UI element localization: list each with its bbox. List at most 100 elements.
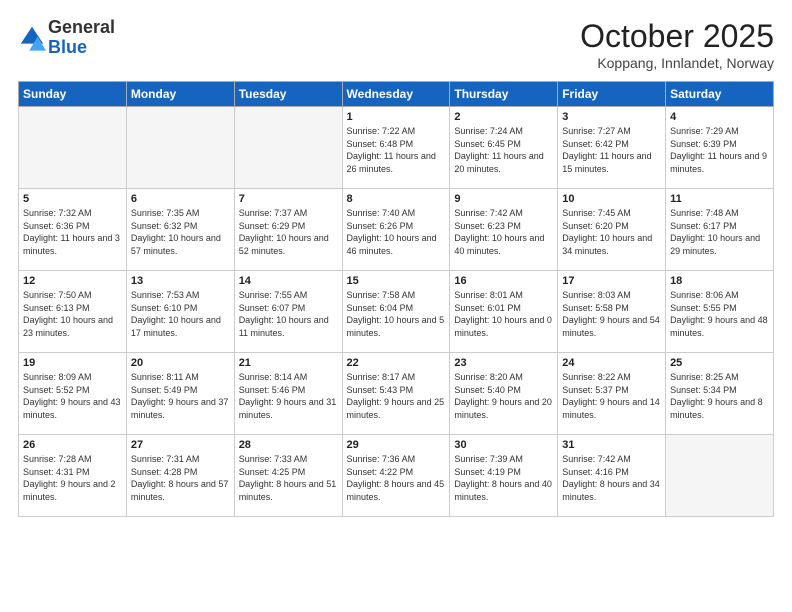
day-number: 19: [23, 357, 122, 369]
table-row: 1Sunrise: 7:22 AMSunset: 6:48 PMDaylight…: [342, 107, 450, 189]
logo-icon: [18, 24, 46, 52]
cell-content: Sunrise: 7:24 AMSunset: 6:45 PMDaylight:…: [454, 126, 543, 174]
cell-content: Sunrise: 7:22 AMSunset: 6:48 PMDaylight:…: [347, 126, 436, 174]
logo-general: General: [48, 18, 115, 38]
day-number: 13: [131, 275, 230, 287]
table-row: 6 Sunrise: 7:35 AMSunset: 6:32 PMDaylight…: [126, 189, 234, 271]
cell-content: Sunrise: 7:42 AMSunset: 4:16 PMDaylight:…: [562, 454, 660, 502]
day-number: 4: [670, 111, 769, 123]
day-number: 27: [131, 439, 230, 451]
cell-content: Sunrise: 8:20 AMSunset: 5:40 PMDaylight:…: [454, 372, 552, 420]
table-row: 7 Sunrise: 7:37 AMSunset: 6:29 PMDaylight…: [234, 189, 342, 271]
col-monday: Monday: [126, 82, 234, 107]
cell-content: Sunrise: 8:22 AMSunset: 5:37 PMDaylight:…: [562, 372, 660, 420]
table-row: 17 Sunrise: 8:03 AMSunset: 5:58 PMDayligh…: [558, 271, 666, 353]
table-row: 21Sunrise: 8:14 AMSunset: 5:46 PMDayligh…: [234, 353, 342, 435]
table-row: 2 Sunrise: 7:24 AMSunset: 6:45 PMDaylight…: [450, 107, 558, 189]
day-number: 24: [562, 357, 661, 369]
cell-content: Sunrise: 7:36 AMSunset: 4:22 PMDaylight:…: [347, 454, 445, 502]
cell-content: Sunrise: 7:58 AMSunset: 6:04 PMDaylight:…: [347, 290, 445, 338]
day-number: 15: [347, 275, 446, 287]
col-wednesday: Wednesday: [342, 82, 450, 107]
cell-content: Sunrise: 7:27 AMSunset: 6:42 PMDaylight:…: [562, 126, 651, 174]
calendar-header-row: Sunday Monday Tuesday Wednesday Thursday…: [19, 82, 774, 107]
table-row: [126, 107, 234, 189]
table-row: 26Sunrise: 7:28 AMSunset: 4:31 PMDayligh…: [19, 435, 127, 517]
table-row: [234, 107, 342, 189]
month-title: October 2025: [580, 18, 774, 55]
cell-content: Sunrise: 7:40 AMSunset: 6:26 PMDaylight:…: [347, 208, 437, 256]
table-row: 15 Sunrise: 7:58 AMSunset: 6:04 PMDayligh…: [342, 271, 450, 353]
cell-content: Sunrise: 7:50 AMSunset: 6:13 PMDaylight:…: [23, 290, 113, 338]
cell-content: Sunrise: 8:03 AMSunset: 5:58 PMDaylight:…: [562, 290, 660, 338]
table-row: 22 Sunrise: 8:17 AMSunset: 5:43 PMDayligh…: [342, 353, 450, 435]
col-thursday: Thursday: [450, 82, 558, 107]
day-number: 29: [347, 439, 446, 451]
cell-content: Sunrise: 8:17 AMSunset: 5:43 PMDaylight:…: [347, 372, 445, 420]
day-number: 28: [239, 439, 338, 451]
table-row: 24 Sunrise: 8:22 AMSunset: 5:37 PMDayligh…: [558, 353, 666, 435]
day-number: 12: [23, 275, 122, 287]
table-row: 20 Sunrise: 8:11 AMSunset: 5:49 PMDayligh…: [126, 353, 234, 435]
table-row: 28 Sunrise: 7:33 AMSunset: 4:25 PMDayligh…: [234, 435, 342, 517]
day-number: 17: [562, 275, 661, 287]
title-area: October 2025 Koppang, Innlandet, Norway: [580, 18, 774, 71]
cell-content: Sunrise: 7:35 AMSunset: 6:32 PMDaylight:…: [131, 208, 221, 256]
subtitle: Koppang, Innlandet, Norway: [580, 55, 774, 71]
calendar-week-2: 12 Sunrise: 7:50 AMSunset: 6:13 PMDayligh…: [19, 271, 774, 353]
col-sunday: Sunday: [19, 82, 127, 107]
cell-content: Sunrise: 7:39 AMSunset: 4:19 PMDaylight:…: [454, 454, 552, 502]
day-number: 23: [454, 357, 553, 369]
table-row: 29 Sunrise: 7:36 AMSunset: 4:22 PMDayligh…: [342, 435, 450, 517]
table-row: [19, 107, 127, 189]
table-row: 19 Sunrise: 8:09 AMSunset: 5:52 PMDayligh…: [19, 353, 127, 435]
table-row: 18Sunrise: 8:06 AMSunset: 5:55 PMDayligh…: [666, 271, 774, 353]
day-number: 6: [131, 193, 230, 205]
page: General Blue October 2025 Koppang, Innla…: [0, 0, 792, 612]
calendar-week-4: 26Sunrise: 7:28 AMSunset: 4:31 PMDayligh…: [19, 435, 774, 517]
cell-content: Sunrise: 7:28 AMSunset: 4:31 PMDaylight:…: [23, 454, 116, 502]
day-number: 14: [239, 275, 338, 287]
table-row: 9 Sunrise: 7:42 AMSunset: 6:23 PMDaylight…: [450, 189, 558, 271]
cell-content: Sunrise: 8:01 AMSunset: 6:01 PMDaylight:…: [454, 290, 552, 338]
calendar-week-1: 5 Sunrise: 7:32 AMSunset: 6:36 PMDaylight…: [19, 189, 774, 271]
day-number: 8: [347, 193, 446, 205]
day-number: 3: [562, 111, 661, 123]
cell-content: Sunrise: 7:53 AMSunset: 6:10 PMDaylight:…: [131, 290, 221, 338]
day-number: 5: [23, 193, 122, 205]
day-number: 9: [454, 193, 553, 205]
cell-content: Sunrise: 8:11 AMSunset: 5:49 PMDaylight:…: [131, 372, 229, 420]
table-row: 30 Sunrise: 7:39 AMSunset: 4:19 PMDayligh…: [450, 435, 558, 517]
day-number: 7: [239, 193, 338, 205]
logo: General Blue: [18, 18, 115, 58]
col-saturday: Saturday: [666, 82, 774, 107]
cell-content: Sunrise: 7:29 AMSunset: 6:39 PMDaylight:…: [670, 126, 767, 174]
cell-content: Sunrise: 7:55 AMSunset: 6:07 PMDaylight:…: [239, 290, 329, 338]
calendar: Sunday Monday Tuesday Wednesday Thursday…: [18, 81, 774, 517]
day-number: 30: [454, 439, 553, 451]
table-row: 14 Sunrise: 7:55 AMSunset: 6:07 PMDayligh…: [234, 271, 342, 353]
table-row: 31Sunrise: 7:42 AMSunset: 4:16 PMDayligh…: [558, 435, 666, 517]
day-number: 20: [131, 357, 230, 369]
table-row: 4 Sunrise: 7:29 AMSunset: 6:39 PMDaylight…: [666, 107, 774, 189]
table-row: 10Sunrise: 7:45 AMSunset: 6:20 PMDayligh…: [558, 189, 666, 271]
day-number: 2: [454, 111, 553, 123]
table-row: 23 Sunrise: 8:20 AMSunset: 5:40 PMDayligh…: [450, 353, 558, 435]
cell-content: Sunrise: 8:09 AMSunset: 5:52 PMDaylight:…: [23, 372, 121, 420]
cell-content: Sunrise: 7:45 AMSunset: 6:20 PMDaylight:…: [562, 208, 652, 256]
col-friday: Friday: [558, 82, 666, 107]
cell-content: Sunrise: 7:32 AMSunset: 6:36 PMDaylight:…: [23, 208, 120, 256]
cell-content: Sunrise: 7:42 AMSunset: 6:23 PMDaylight:…: [454, 208, 544, 256]
cell-content: Sunrise: 7:37 AMSunset: 6:29 PMDaylight:…: [239, 208, 329, 256]
day-number: 25: [670, 357, 769, 369]
logo-text: General Blue: [48, 18, 115, 58]
table-row: 12 Sunrise: 7:50 AMSunset: 6:13 PMDayligh…: [19, 271, 127, 353]
col-tuesday: Tuesday: [234, 82, 342, 107]
cell-content: Sunrise: 7:33 AMSunset: 4:25 PMDaylight:…: [239, 454, 337, 502]
table-row: 8 Sunrise: 7:40 AMSunset: 6:26 PMDaylight…: [342, 189, 450, 271]
cell-content: Sunrise: 8:14 AMSunset: 5:46 PMDaylight:…: [239, 372, 337, 420]
table-row: 16 Sunrise: 8:01 AMSunset: 6:01 PMDayligh…: [450, 271, 558, 353]
cell-content: Sunrise: 7:48 AMSunset: 6:17 PMDaylight:…: [670, 208, 760, 256]
day-number: 16: [454, 275, 553, 287]
day-number: 22: [347, 357, 446, 369]
